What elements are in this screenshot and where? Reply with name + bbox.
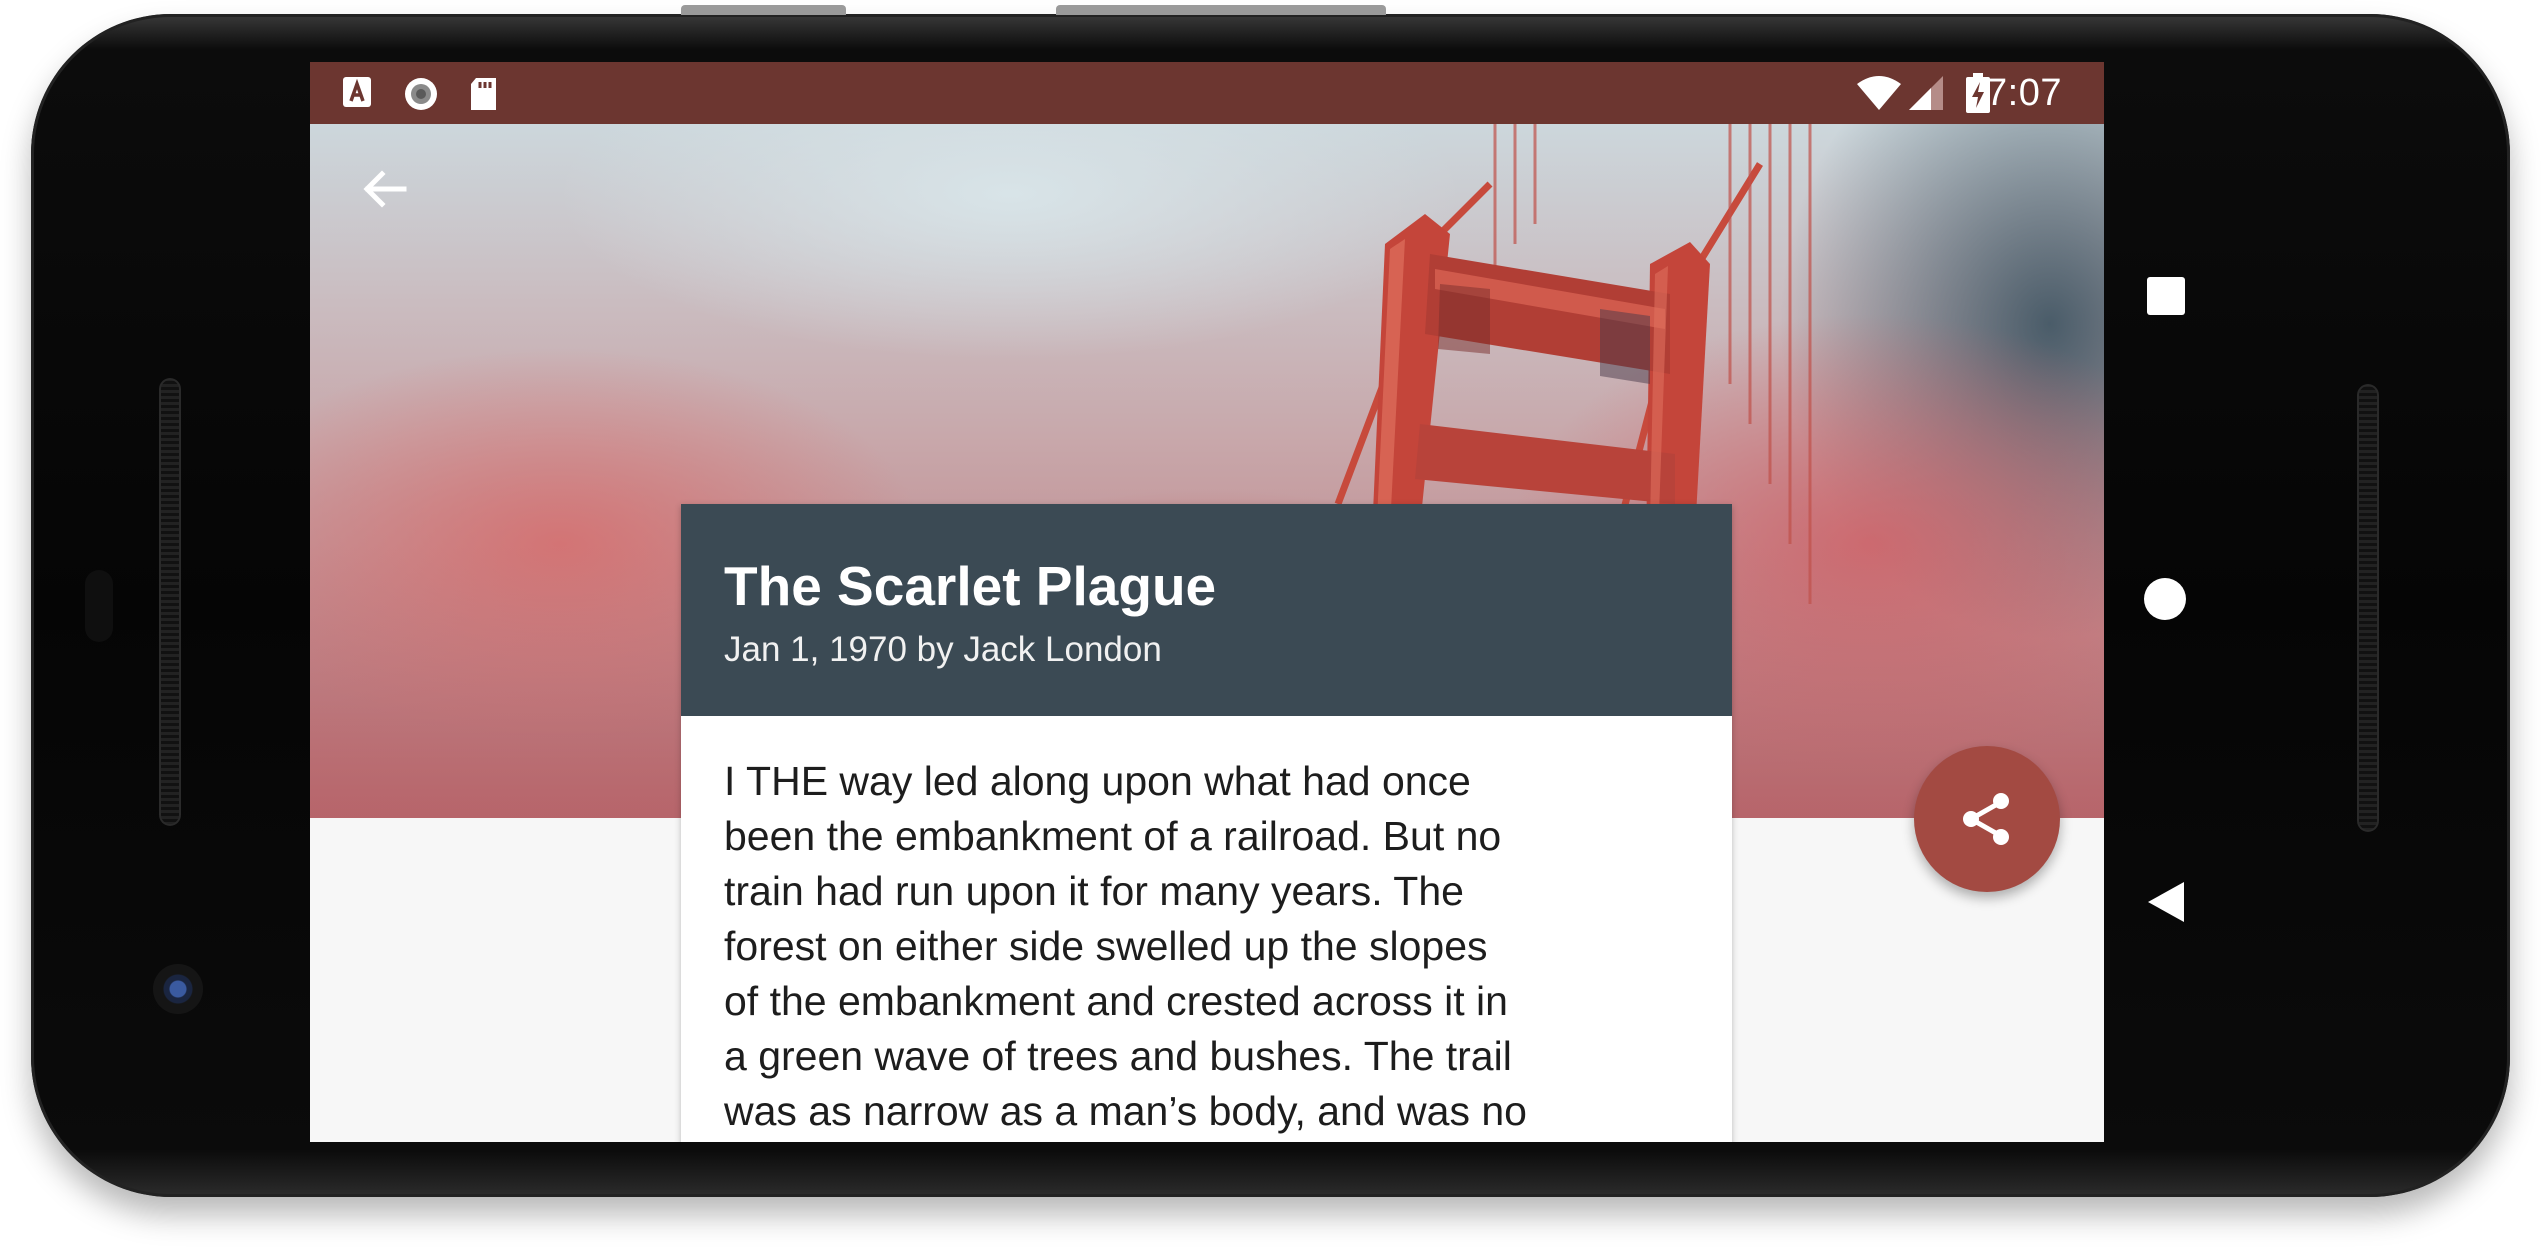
home-circle-icon — [2144, 578, 2186, 620]
recents-square-icon — [2147, 277, 2185, 315]
screen: 7:07 The Scarlet Plague Jan 1, 1970 by J… — [310, 62, 2104, 1142]
status-time: 7:07 — [1986, 72, 2062, 114]
proximity-sensor — [85, 570, 113, 642]
font-a-icon — [343, 77, 371, 107]
article-body-line: train had run upon it for many years. Th… — [724, 868, 1464, 914]
right-speaker-grille — [2357, 384, 2379, 832]
wifi-icon — [1857, 76, 1901, 110]
signal-icon — [1909, 76, 1943, 110]
status-bar: 7:07 — [310, 62, 2104, 124]
article-body-line: a green wave of trees and bushes. The tr… — [724, 1033, 1512, 1079]
article-body-line: was as narrow as a man’s body, and was n… — [724, 1088, 1527, 1134]
article-body-line: of the embankment and crested across it … — [724, 978, 1508, 1024]
article-body: I THE way led along upon what had once b… — [724, 754, 1704, 1139]
recents-button[interactable] — [2146, 276, 2186, 321]
phone-side-button — [1056, 5, 1386, 15]
article-title: The Scarlet Plague — [724, 555, 1217, 617]
left-speaker-grille — [159, 378, 181, 826]
article-body-line: I THE way led along upon what had once — [724, 758, 1471, 804]
phone-side-button — [681, 5, 846, 15]
article-subtitle: Jan 1, 1970 by Jack London — [724, 630, 1162, 669]
radio-circle-icon — [405, 78, 437, 110]
navigation-bar — [2104, 62, 2224, 1142]
article-header: The Scarlet Plague Jan 1, 1970 by Jack L… — [681, 504, 1732, 716]
article-body-line: been the embankment of a railroad. But n… — [724, 813, 1502, 859]
back-button[interactable] — [358, 162, 412, 216]
back-nav-button[interactable] — [2146, 880, 2186, 929]
home-button[interactable] — [2142, 576, 2188, 627]
article-card: The Scarlet Plague Jan 1, 1970 by Jack L… — [681, 504, 1732, 1142]
article-body-line: forest on either side swelled up the slo… — [724, 923, 1488, 969]
share-icon — [1963, 793, 2009, 845]
back-triangle-icon — [2148, 882, 2184, 922]
sd-card-icon — [471, 78, 496, 110]
front-camera — [153, 964, 203, 1014]
share-fab-button[interactable] — [1914, 746, 2060, 892]
arrow-back-icon — [363, 170, 407, 208]
